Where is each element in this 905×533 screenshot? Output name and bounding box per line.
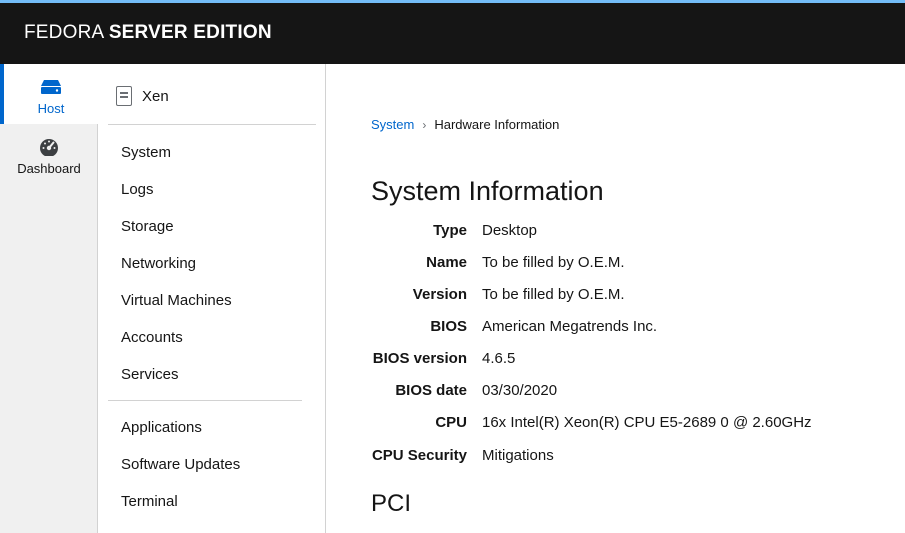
menu-item-software-updates[interactable]: Software Updates bbox=[121, 456, 240, 473]
info-label: CPU bbox=[435, 414, 467, 431]
menu-item-virtual-machines[interactable]: Virtual Machines bbox=[121, 292, 232, 309]
info-label: BIOS version bbox=[372, 350, 467, 367]
info-value: To be filled by O.E.M. bbox=[482, 286, 625, 303]
rail-item-dashboard-label: Dashboard bbox=[17, 161, 81, 176]
menu-item-terminal[interactable]: Terminal bbox=[121, 493, 178, 510]
info-label: BIOS bbox=[430, 318, 467, 335]
info-row-cpu-security: CPU Security Mitigations bbox=[326, 447, 905, 471]
info-row-cpu: CPU 16x Intel(R) Xeon(R) CPU E5-2689 0 @… bbox=[326, 414, 905, 438]
info-label: CPU Security bbox=[371, 447, 467, 464]
info-row-type: Type Desktop bbox=[326, 222, 905, 246]
info-label: BIOS date bbox=[395, 382, 467, 399]
info-row-bios: BIOS American Megatrends Inc. bbox=[326, 318, 905, 342]
pci-section-title: PCI bbox=[371, 490, 412, 517]
brand-logo: FEDORA SERVER EDITION bbox=[24, 22, 272, 44]
rail-item-dashboard[interactable]: Dashboard bbox=[0, 124, 98, 184]
info-value: American Megatrends Inc. bbox=[482, 318, 658, 335]
info-row-bios-version: BIOS version 4.6.5 bbox=[326, 350, 905, 374]
vertical-nav-rail: Host Dashboard bbox=[0, 64, 98, 533]
info-value: Mitigations bbox=[482, 447, 554, 464]
menu-item-storage[interactable]: Storage bbox=[121, 218, 174, 235]
info-value: 16x Intel(R) Xeon(R) CPU E5-2689 0 @ 2.6… bbox=[482, 414, 812, 431]
menu-item-services[interactable]: Services bbox=[121, 366, 179, 383]
brand-edition: SERVER EDITION bbox=[108, 22, 272, 43]
info-label: Type bbox=[433, 222, 467, 239]
breadcrumb-current: Hardware Information bbox=[434, 117, 560, 132]
document-icon bbox=[116, 86, 132, 106]
breadcrumb: System › Hardware Information bbox=[371, 117, 559, 132]
chevron-right-icon: › bbox=[422, 117, 427, 132]
host-switcher[interactable]: Xen bbox=[116, 84, 169, 108]
menu-divider bbox=[108, 400, 302, 401]
info-label: Name bbox=[426, 254, 467, 271]
info-value: 4.6.5 bbox=[482, 350, 516, 367]
info-row-bios-date: BIOS date 03/30/2020 bbox=[326, 382, 905, 406]
page-title: System Information bbox=[371, 176, 604, 206]
server-icon bbox=[41, 80, 61, 94]
info-label: Version bbox=[412, 286, 467, 303]
info-row-version: Version To be filled by O.E.M. bbox=[326, 286, 905, 310]
info-row-name: Name To be filled by O.E.M. bbox=[326, 254, 905, 278]
info-value: 03/30/2020 bbox=[482, 382, 558, 399]
dashboard-gauge-icon bbox=[40, 139, 58, 156]
top-masthead: FEDORA SERVER EDITION bbox=[0, 0, 905, 64]
menu-item-applications[interactable]: Applications bbox=[121, 419, 202, 436]
breadcrumb-system-link[interactable]: System bbox=[371, 117, 414, 132]
rail-item-host[interactable]: Host bbox=[0, 64, 98, 124]
host-name: Xen bbox=[142, 87, 169, 105]
brand-name: FEDORA bbox=[24, 22, 104, 43]
host-divider bbox=[108, 124, 316, 125]
menu-item-system[interactable]: System bbox=[121, 144, 171, 161]
info-value: Desktop bbox=[482, 222, 538, 239]
rail-item-host-label: Host bbox=[37, 101, 65, 116]
host-sidebar: Xen System Logs Storage Networking Virtu… bbox=[98, 64, 326, 533]
menu-item-networking[interactable]: Networking bbox=[121, 255, 196, 272]
main-content: System › Hardware Information System Inf… bbox=[326, 64, 905, 533]
menu-item-logs[interactable]: Logs bbox=[121, 181, 154, 198]
menu-item-accounts[interactable]: Accounts bbox=[121, 329, 183, 346]
info-value: To be filled by O.E.M. bbox=[482, 254, 625, 271]
